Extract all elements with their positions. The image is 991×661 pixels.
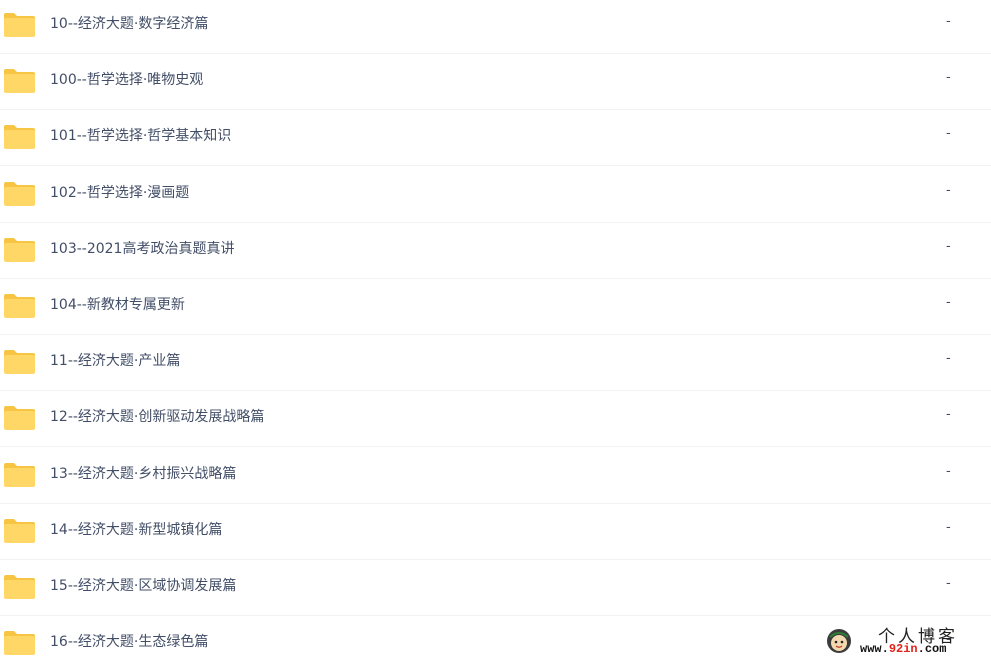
file-name[interactable]: 15--经济大题·区域协调发展篇 xyxy=(50,577,236,595)
folder-icon[interactable] xyxy=(3,68,36,94)
folder-icon[interactable] xyxy=(3,630,36,656)
file-size: - xyxy=(946,351,951,367)
file-name[interactable]: 13--经济大题·乡村振兴战略篇 xyxy=(50,465,236,483)
watermark-url: www.92in.com xyxy=(860,642,947,656)
file-name[interactable]: 103--2021高考政治真题真讲 xyxy=(50,240,234,258)
file-row[interactable]: 100--哲学选择·唯物史观 - xyxy=(0,54,991,111)
file-size: - xyxy=(946,238,951,254)
file-row[interactable]: 12--经济大题·创新驱动发展战略篇 - xyxy=(0,391,991,448)
folder-icon[interactable] xyxy=(3,293,36,319)
file-name[interactable]: 14--经济大题·新型城镇化篇 xyxy=(50,521,222,539)
file-name[interactable]: 101--哲学选择·哲学基本知识 xyxy=(50,127,231,145)
file-name[interactable]: 12--经济大题·创新驱动发展战略篇 xyxy=(50,408,264,426)
file-row[interactable]: 103--2021高考政治真题真讲 - xyxy=(0,223,991,279)
watermark-avatar-icon xyxy=(827,629,851,653)
file-row[interactable]: 10--经济大题·数字经济篇 - xyxy=(0,0,991,54)
file-size: - xyxy=(946,463,951,479)
folder-icon[interactable] xyxy=(3,349,36,375)
folder-icon[interactable] xyxy=(3,574,36,600)
file-list: 10--经济大题·数字经济篇 -100--哲学选择·唯物史观 -101--哲学选择·… xyxy=(0,0,991,661)
file-size: - xyxy=(946,576,951,591)
file-row[interactable]: 13--经济大题·乡村振兴战略篇 - xyxy=(0,448,991,504)
file-size: - xyxy=(946,182,951,198)
file-row[interactable]: 15--经济大题·区域协调发展篇 - xyxy=(0,560,991,616)
file-name[interactable]: 16--经济大题·生态绿色篇 xyxy=(50,633,208,651)
file-row[interactable]: 101--哲学选择·哲学基本知识 - xyxy=(0,110,991,167)
file-size: - xyxy=(946,70,951,86)
folder-icon[interactable] xyxy=(3,518,36,544)
folder-icon[interactable] xyxy=(3,181,36,207)
file-name[interactable]: 104--新教材专属更新 xyxy=(50,296,185,314)
file-size: - xyxy=(946,126,951,142)
folder-icon[interactable] xyxy=(3,462,36,488)
file-row[interactable]: 104--新教材专属更新 - xyxy=(0,279,991,335)
file-row[interactable]: 102--哲学选择·漫画题 - xyxy=(0,167,991,223)
file-name[interactable]: 10--经济大题·数字经济篇 xyxy=(50,15,208,33)
folder-icon[interactable] xyxy=(3,124,36,150)
file-row[interactable]: 14--经济大题·新型城镇化篇 - xyxy=(0,504,991,560)
file-size: - xyxy=(946,14,951,29)
file-size: - xyxy=(946,295,951,310)
file-name[interactable]: 11--经济大题·产业篇 xyxy=(50,352,180,370)
folder-icon[interactable] xyxy=(3,405,36,431)
folder-icon[interactable] xyxy=(3,237,36,263)
folder-icon[interactable] xyxy=(3,12,36,38)
file-name[interactable]: 102--哲学选择·漫画题 xyxy=(50,184,189,202)
watermark: 个人博客 www.92in.com xyxy=(826,622,976,658)
file-size: - xyxy=(946,519,951,535)
file-row[interactable]: 11--经济大题·产业篇 - xyxy=(0,335,991,392)
file-size: - xyxy=(946,407,951,423)
file-name[interactable]: 100--哲学选择·唯物史观 xyxy=(50,71,203,89)
